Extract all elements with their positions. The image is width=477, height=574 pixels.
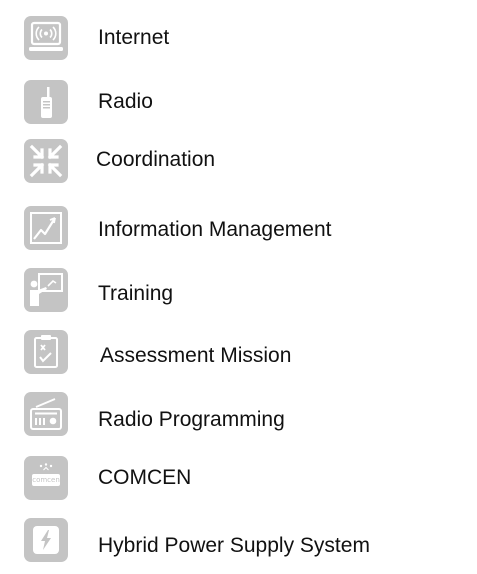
- legend-item-radio: Radio: [0, 80, 477, 130]
- handheld-radio-icon: [24, 80, 68, 124]
- legend-label-information-management: Information Management: [98, 218, 332, 241]
- legend-label-training: Training: [98, 282, 174, 305]
- legend-label-hybrid-power-supply-system: Hybrid Power Supply System: [98, 534, 370, 557]
- comcen-icon: comcen: [24, 456, 68, 500]
- legend-item-training: Training: [0, 268, 477, 318]
- internet-icon: [24, 16, 68, 60]
- legend-label-radio-programming: Radio Programming: [98, 408, 285, 431]
- radio-receiver-icon: [24, 392, 68, 436]
- legend-item-coordination: Coordination: [0, 139, 477, 189]
- comcen-icon-text: comcen: [32, 476, 60, 484]
- legend-label-internet: Internet: [98, 26, 170, 49]
- legend-item-hybrid-power-supply-system: Hybrid Power Supply System: [0, 518, 477, 568]
- checklist-icon: [24, 330, 68, 374]
- legend-label-assessment-mission: Assessment Mission: [100, 344, 292, 367]
- legend-item-assessment-mission: Assessment Mission: [0, 330, 477, 380]
- legend-label-coordination: Coordination: [96, 148, 216, 171]
- icon-legend: Internet Radio Coordination Information …: [0, 0, 477, 574]
- legend-item-information-management: Information Management: [0, 206, 477, 256]
- line-chart-icon: [24, 206, 68, 250]
- coordination-arrows-icon: [24, 139, 68, 183]
- legend-item-radio-programming: Radio Programming: [0, 392, 477, 442]
- power-bolt-icon: [24, 518, 68, 562]
- training-presenter-icon: [24, 268, 68, 312]
- legend-label-comcen: COMCEN: [98, 466, 192, 489]
- legend-label-radio: Radio: [98, 90, 153, 113]
- legend-item-internet: Internet: [0, 16, 477, 66]
- legend-item-comcen: comcen COMCEN: [0, 456, 477, 506]
